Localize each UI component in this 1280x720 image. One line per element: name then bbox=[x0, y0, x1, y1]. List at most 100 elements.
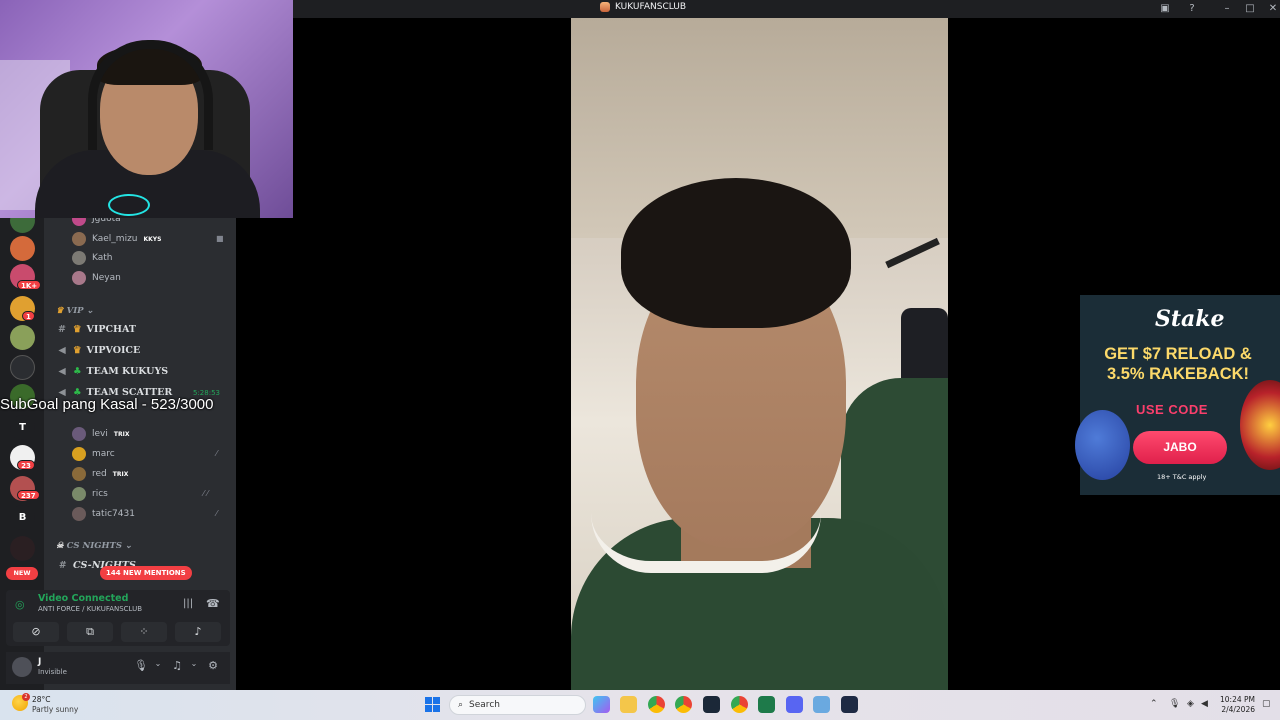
close-button[interactable]: ✕ bbox=[1266, 2, 1280, 16]
speaker-icon: ◀ bbox=[58, 344, 66, 356]
username: red bbox=[92, 469, 107, 479]
clock-date[interactable]: 2/4/2026 bbox=[1215, 705, 1255, 714]
chrome-icon[interactable] bbox=[648, 696, 665, 713]
unread-badge: 23 bbox=[17, 460, 35, 470]
category-label: VIP bbox=[66, 306, 84, 316]
server-icon[interactable] bbox=[10, 236, 35, 261]
chevron-down-icon: ⌄ bbox=[124, 541, 133, 551]
ad-use-code-label: USE CODE bbox=[1136, 402, 1208, 417]
discord-icon[interactable] bbox=[786, 696, 803, 713]
screen-share-icon[interactable]: ▣ bbox=[1158, 2, 1172, 16]
chrome-icon[interactable] bbox=[675, 696, 692, 713]
weather-description[interactable]: Partly sunny bbox=[32, 705, 78, 714]
activities-button[interactable]: ⁘ bbox=[121, 622, 167, 642]
avatar[interactable] bbox=[12, 657, 32, 677]
volume-icon[interactable]: ◀ bbox=[1201, 699, 1208, 709]
server-letter-b[interactable]: B bbox=[10, 505, 35, 530]
sports-ball-graphic bbox=[1075, 410, 1130, 480]
notification-icon[interactable]: ▢ bbox=[1262, 699, 1271, 709]
voice-user[interactable]: Kath bbox=[72, 249, 113, 267]
user-name[interactable]: J bbox=[38, 657, 41, 667]
channel-label: TEAM KUKUYS bbox=[86, 365, 169, 377]
camera-off-button[interactable]: ⊘ bbox=[13, 622, 59, 642]
settings-gear-icon[interactable]: ⚙ bbox=[205, 659, 221, 675]
channel-label: VIPVOICE bbox=[86, 344, 141, 356]
start-button[interactable] bbox=[425, 697, 440, 712]
user-tag: TRIX bbox=[113, 430, 130, 438]
deafened-icon: ⁄ bbox=[216, 449, 218, 458]
steam-icon[interactable] bbox=[703, 696, 720, 713]
username: rics bbox=[92, 489, 108, 499]
app-icon[interactable] bbox=[841, 696, 858, 713]
channel-team-kukuys[interactable]: ◀ ♣ TEAM KUKUYS bbox=[56, 362, 168, 380]
minimize-button[interactable]: – bbox=[1220, 2, 1234, 16]
voice-user[interactable]: Kael_mizu KKYS bbox=[72, 230, 161, 248]
voice-user[interactable]: rics bbox=[72, 485, 108, 503]
participant-video[interactable] bbox=[571, 18, 948, 690]
disconnect-icon[interactable]: ☎ bbox=[206, 597, 220, 610]
cursor-ring bbox=[108, 194, 150, 216]
weather-temperature[interactable]: 28°C bbox=[32, 695, 51, 704]
avatar bbox=[72, 487, 86, 501]
category-vip[interactable]: ♛ VIP ⌄ bbox=[56, 306, 94, 316]
notepad-icon[interactable] bbox=[813, 696, 830, 713]
voice-user[interactable]: Neyan bbox=[72, 269, 121, 287]
ad-code-button[interactable]: JABO bbox=[1133, 431, 1227, 464]
voice-status[interactable]: Video Connected bbox=[38, 593, 128, 604]
avatar bbox=[72, 232, 86, 246]
chevron-down-icon[interactable]: ⌄ bbox=[186, 659, 202, 675]
hash-icon: # bbox=[58, 559, 66, 571]
headset bbox=[88, 40, 213, 150]
signal-icon[interactable]: ◎ bbox=[15, 598, 25, 611]
speaker-icon: ◀ bbox=[58, 365, 66, 377]
new-badge[interactable]: NEW bbox=[6, 567, 38, 580]
avatar bbox=[72, 467, 86, 481]
crown-icon: ♛ bbox=[73, 344, 82, 356]
server-icon[interactable] bbox=[10, 536, 35, 561]
skull-icon: ☠ bbox=[56, 541, 64, 551]
voice-user[interactable]: red TRIX bbox=[72, 465, 128, 483]
hash-icon: # bbox=[58, 323, 66, 335]
soundboard-button[interactable]: ♪ bbox=[175, 622, 221, 642]
search-icon: ⌕ bbox=[458, 700, 464, 710]
help-icon[interactable]: ? bbox=[1185, 2, 1199, 16]
clock-time[interactable]: 10:24 PM bbox=[1215, 695, 1255, 704]
voice-user[interactable]: levi TRIX bbox=[72, 425, 129, 443]
microphone-icon[interactable]: 🎙 bbox=[1169, 699, 1180, 709]
streamer-webcam bbox=[0, 0, 293, 218]
maximize-button[interactable]: □ bbox=[1243, 2, 1257, 16]
copilot-icon[interactable] bbox=[593, 696, 610, 713]
weather-alert-badge: 2 bbox=[22, 693, 30, 701]
voice-channel-name[interactable]: ANTI FORCE / KUKUFANSCLUB bbox=[38, 605, 142, 613]
app-icon[interactable] bbox=[758, 696, 775, 713]
voice-user[interactable]: marc bbox=[72, 445, 115, 463]
headphones-icon[interactable]: ♫ bbox=[169, 659, 185, 675]
crown-icon: ♛ bbox=[73, 323, 82, 335]
hanger-rod bbox=[885, 237, 948, 299]
microphone-icon[interactable]: 🎙 bbox=[133, 659, 149, 675]
category-cs-nights[interactable]: ☠ CS NIGHTS ⌄ bbox=[56, 541, 132, 551]
server-icon[interactable] bbox=[10, 355, 35, 380]
ad-legal-text: 18+ T&C apply bbox=[1157, 473, 1207, 481]
server-letter-t[interactable]: T bbox=[10, 415, 35, 440]
window-title-text: KUKUFANSCLUB bbox=[615, 2, 687, 12]
unread-badge: 237 bbox=[17, 490, 40, 500]
voice-user[interactable]: tatic7431 bbox=[72, 505, 135, 523]
user-tag: KKYS bbox=[143, 235, 162, 243]
screen-share-button[interactable]: ⧉ bbox=[67, 622, 113, 642]
file-explorer-icon[interactable] bbox=[620, 696, 637, 713]
network-icon[interactable]: ◈ bbox=[1187, 699, 1194, 709]
taskbar-search[interactable]: ⌕ Search bbox=[449, 695, 586, 715]
channel-vipvoice[interactable]: ◀ ♛ VIPVOICE bbox=[56, 341, 140, 359]
channel-vipchat[interactable]: # ♛ VIPCHAT bbox=[56, 320, 136, 338]
chevron-down-icon[interactable]: ⌄ bbox=[150, 659, 166, 675]
crown-icon: ♛ bbox=[56, 306, 64, 316]
noise-suppression-icon[interactable]: ||| bbox=[183, 598, 193, 609]
subgoal-overlay: SubGoal pang Kasal - 523/3000 bbox=[0, 396, 214, 413]
server-icon[interactable] bbox=[10, 325, 35, 350]
avatar bbox=[72, 447, 86, 461]
chevron-up-icon[interactable]: ⌃ bbox=[1150, 699, 1158, 709]
windows-taskbar bbox=[0, 690, 1280, 720]
new-mentions-pill[interactable]: 144 NEW MENTIONS bbox=[100, 566, 192, 580]
chrome-icon[interactable] bbox=[731, 696, 748, 713]
